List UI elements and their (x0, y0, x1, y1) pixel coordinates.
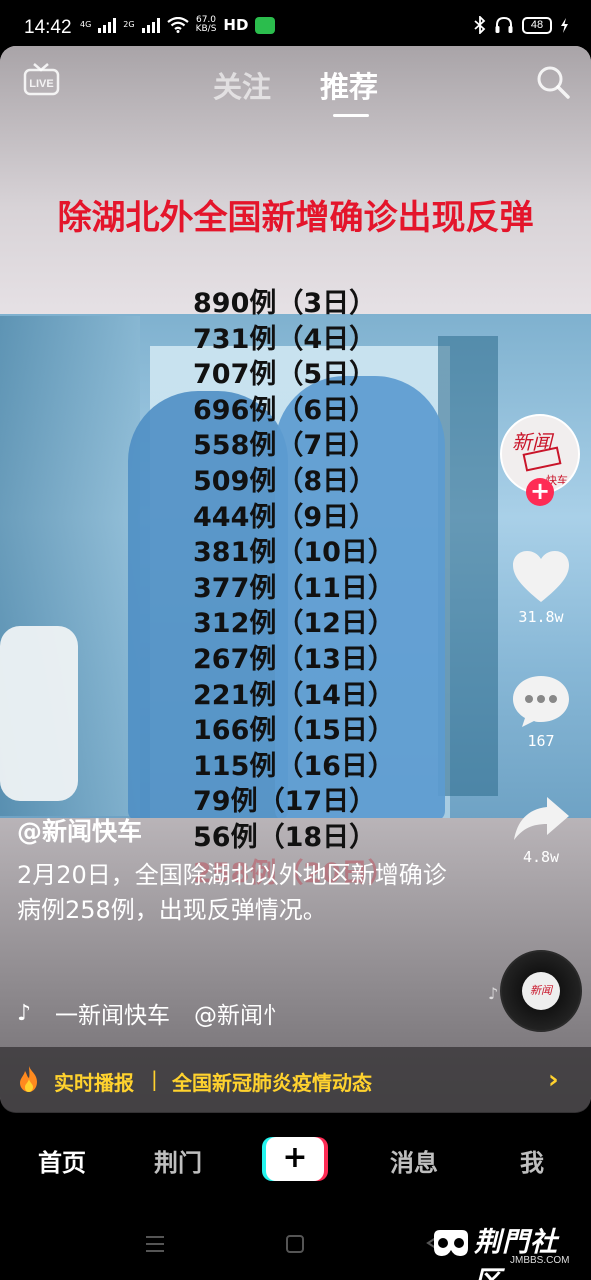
status-time: 14:42 (24, 17, 72, 38)
music-disc[interactable]: 新闻 (500, 950, 582, 1032)
create-button[interactable]: + (262, 1137, 328, 1181)
net-speed: 67.0 KB/S (196, 16, 217, 34)
nav-me[interactable]: 我 (520, 1143, 544, 1178)
watermark-logo-icon (434, 1230, 468, 1256)
status-left-icons: 4G 2G 67.0 KB/S HD (80, 16, 276, 34)
comment-action[interactable]: 167 (505, 674, 577, 750)
case-item: 221例（14日） (193, 679, 395, 711)
case-item: 707例（5日） (193, 359, 377, 391)
status-bar: 14:42 4G 2G 67.0 KB/S HD 48 (0, 0, 591, 48)
bottom-nav: 首页 荆门 + 消息 我 (0, 1113, 591, 1208)
wechat-notification-icon (255, 16, 276, 34)
live-icon[interactable]: LIVE (23, 62, 60, 96)
share-count: 4.8w (522, 848, 560, 866)
tab-follow[interactable]: 关注 (213, 64, 271, 106)
headphones-icon (495, 16, 513, 33)
top-nav: LIVE 关注 推荐 (0, 46, 591, 126)
author-name[interactable]: @新闻快车 (17, 812, 142, 848)
comment-icon (513, 676, 569, 727)
case-item: 381例（10日） (193, 537, 395, 569)
video-player[interactable]: 除湖北外全国新增确诊出现反弹 890例（3日） 731例（4日） 707例（5日… (0, 46, 591, 1112)
net-speed-unit: KB/S (195, 24, 217, 34)
signal-bars-icon (98, 17, 117, 33)
tab-recommend[interactable]: 推荐 (320, 64, 378, 106)
signal-bars-2-icon (141, 17, 160, 33)
watermark-sub: JMBBS.COM (510, 1255, 570, 1266)
video-description[interactable]: 2月20日，全国除湖北以外地区新增确诊病例258例，出现反弹情况。 (17, 858, 457, 928)
bluetooth-icon (474, 16, 486, 34)
music-source: 一新闻快车 (55, 1003, 171, 1029)
nav-local[interactable]: 荆门 (154, 1143, 202, 1178)
create-plus: + (266, 1137, 324, 1181)
music-note-icon: ♪ (488, 984, 499, 1003)
like-action[interactable]: 31.8w (505, 550, 577, 626)
system-nav: 荆門社区 JMBBS.COM (0, 1208, 591, 1280)
comment-count: 167 (527, 732, 555, 750)
tab-active-indicator (333, 114, 369, 117)
menu-icon[interactable] (145, 1235, 165, 1253)
banner-separator: | (151, 1067, 158, 1091)
case-item: 115例（16日） (193, 750, 395, 782)
watermark-title: 荆門社区 (474, 1227, 558, 1280)
case-item: 696例（6日） (193, 394, 377, 426)
music-author: @新闻忄 (194, 1003, 287, 1029)
case-item: 267例（13日） (193, 643, 395, 675)
signal-4g-label: 4G (80, 20, 92, 29)
case-item: 444例（9日） (193, 501, 377, 533)
case-item: 731例（4日） (193, 323, 377, 355)
charging-icon (561, 17, 568, 33)
case-item: 56例（18日） (193, 821, 377, 853)
home-icon[interactable] (286, 1235, 304, 1253)
search-icon[interactable] (535, 64, 571, 100)
video-door (438, 336, 498, 796)
svg-text:LIVE: LIVE (29, 78, 53, 90)
status-right-icons: 48 (474, 16, 569, 34)
case-item: 509例（8日） (193, 465, 377, 497)
battery-icon: 48 (522, 16, 552, 34)
banner-topic: 全国新冠肺炎疫情动态 (172, 1071, 372, 1095)
case-item: 558例（7日） (193, 430, 377, 462)
share-action[interactable]: 4.8w (505, 794, 577, 866)
video-machine (0, 626, 78, 801)
video-headline: 除湖北外全国新增确诊出现反弹 (57, 198, 534, 238)
douyin-note-icon: ♪ (17, 1000, 32, 1026)
share-arrow-icon (514, 797, 569, 840)
like-count: 31.8w (518, 608, 564, 626)
fire-icon (20, 1066, 37, 1092)
heart-icon (513, 551, 569, 602)
jmbbs-watermark: 荆門社区 JMBBS.COM (430, 1220, 585, 1280)
hd-label: HD (223, 16, 249, 34)
hot-topic-banner[interactable]: 实时播报 | 全国新冠肺炎疫情动态 › (0, 1047, 591, 1113)
nav-home[interactable]: 首页 (38, 1143, 86, 1178)
chevron-right-icon: › (548, 1065, 559, 1095)
case-item: 312例（12日） (193, 608, 395, 640)
case-item: 377例（11日） (193, 572, 395, 604)
music-row[interactable]: ♪ 一新闻快车 @新闻忄 (17, 996, 286, 1030)
nav-messages[interactable]: 消息 (390, 1143, 438, 1178)
case-item: 79例（17日） (193, 786, 377, 818)
case-item: 890例（3日） (193, 288, 377, 319)
case-item: 166例（15日） (193, 715, 395, 747)
case-list: 890例（3日） 731例（4日） 707例（5日） 696例（6日） 558例… (193, 286, 395, 891)
music-disc-cover: 新闻 (522, 972, 560, 1010)
signal-2g-label: 2G (123, 20, 135, 29)
wifi-icon (166, 17, 189, 33)
follow-button[interactable]: + (526, 478, 554, 506)
banner-label: 实时播报 (54, 1071, 134, 1095)
